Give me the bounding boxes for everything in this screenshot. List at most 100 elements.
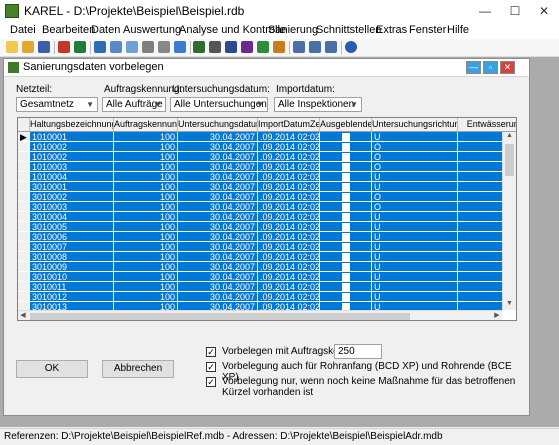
current-row-indicator[interactable]: ▶ — [18, 132, 30, 142]
auftragskennung-cell[interactable]: 100 — [114, 282, 178, 292]
auftragskennung-cell[interactable]: 100 — [114, 262, 178, 272]
untersuchungsdatum-cell[interactable]: 30.04.2007 — [178, 252, 258, 262]
haltungsbezeichnung-cell[interactable]: 3010005 — [30, 222, 114, 232]
auftragskennung-cell[interactable]: 100 — [114, 132, 178, 142]
horizontal-scroll-thumb[interactable] — [30, 313, 410, 320]
table-row[interactable]: 301001310030.04.2007.09.2014 02:02:30 U — [18, 302, 503, 310]
ausgeblendet-checkbox[interactable] — [342, 193, 350, 201]
scroll-right-icon[interactable]: ▶ — [492, 311, 502, 320]
haltungsbezeichnung-cell[interactable]: 3010004 — [30, 212, 114, 222]
entwaesserung-cell[interactable] — [458, 172, 503, 182]
importdatumzeit-cell[interactable]: .09.2014 02:02:30 — [258, 192, 320, 202]
entwaesserung-cell[interactable] — [458, 182, 503, 192]
entwaesserung-cell[interactable] — [458, 272, 503, 282]
ausgeblendet-checkbox[interactable] — [342, 303, 350, 310]
untersuchungsrichtung-cell[interactable]: U — [372, 132, 458, 142]
table-row[interactable]: 301000210030.04.2007.09.2014 02:02:30 O — [18, 192, 503, 202]
entwaesserung-cell[interactable] — [458, 162, 503, 172]
row-indicator[interactable] — [18, 252, 30, 262]
haltungsbezeichnung-cell[interactable]: 3010003 — [30, 202, 114, 212]
header-untersuchungsrichtung[interactable]: Untersuchungsrichtung — [372, 118, 458, 131]
entwaesserung-cell[interactable] — [458, 232, 503, 242]
table-row[interactable]: 301000810030.04.2007.09.2014 02:02:30 U — [18, 252, 503, 262]
importdatumzeit-cell[interactable]: .09.2014 02:02:30 — [258, 252, 320, 262]
scroll-left-icon[interactable]: ◀ — [18, 311, 28, 320]
importdatumzeit-cell[interactable]: .09.2014 02:02:30 — [258, 132, 320, 142]
importdatumzeit-cell[interactable]: .09.2014 02:02:30 — [258, 242, 320, 252]
ausgeblendet-checkbox[interactable] — [342, 213, 350, 221]
haltungsbezeichnung-cell[interactable]: 3010012 — [30, 292, 114, 302]
entwaesserung-cell[interactable] — [458, 152, 503, 162]
datum-select[interactable]: Alle Untersuchungen ▼ — [170, 97, 268, 112]
row-indicator[interactable] — [18, 182, 30, 192]
excel-export-icon[interactable] — [74, 41, 86, 53]
dialog-minimize-button[interactable]: — — [466, 61, 481, 74]
ausgeblendet-cell[interactable] — [320, 302, 372, 310]
ok-button[interactable]: OK — [16, 360, 88, 378]
table-row[interactable]: 101000410030.04.2007.09.2014 02:02:30 U — [18, 172, 503, 182]
tile-vertical-icon[interactable] — [309, 41, 321, 53]
chart-icon[interactable] — [193, 41, 205, 53]
help-icon[interactable] — [345, 41, 357, 53]
dialog-titlebar[interactable]: Sanierungsdaten vorbelegen — ▫ ✕ — [4, 59, 529, 77]
cancel-button[interactable]: Abbrechen — [102, 360, 174, 378]
ausgeblendet-checkbox[interactable] — [342, 243, 350, 251]
ausgeblendet-checkbox[interactable] — [342, 273, 350, 281]
auftragskennung-cell[interactable]: 100 — [114, 232, 178, 242]
haltungsbezeichnung-cell[interactable]: 1010002 — [30, 152, 114, 162]
ausgeblendet-checkbox[interactable] — [342, 263, 350, 271]
arrow-icon[interactable] — [257, 41, 269, 53]
ausgeblendet-cell[interactable] — [320, 142, 372, 152]
import-select[interactable]: Alle Inspektionen ▼ — [274, 97, 362, 112]
header-haltungsbezeichnung[interactable]: Haltungsbezeichnung — [30, 118, 114, 131]
row-indicator[interactable] — [18, 202, 30, 212]
auftragskennung-cell[interactable]: 100 — [114, 172, 178, 182]
importdatumzeit-cell[interactable]: .09.2014 02:02:30 — [258, 202, 320, 212]
auftragskennung-cell[interactable]: 100 — [114, 252, 178, 262]
menu-datei[interactable]: Datei — [10, 24, 36, 36]
auftragskennung-cell[interactable]: 100 — [114, 302, 178, 310]
ausgeblendet-cell[interactable] — [320, 152, 372, 162]
untersuchungsrichtung-cell[interactable]: U — [372, 182, 458, 192]
ausgeblendet-checkbox[interactable] — [342, 233, 350, 241]
auftragskennung-cell[interactable]: 100 — [114, 292, 178, 302]
table-row[interactable]: 301000410030.04.2007.09.2014 02:02:30 U — [18, 212, 503, 222]
haltungsbezeichnung-cell[interactable]: 3010011 — [30, 282, 114, 292]
haltungsbezeichnung-cell[interactable]: 3010008 — [30, 252, 114, 262]
untersuchungsrichtung-cell[interactable]: U — [372, 292, 458, 302]
function-icon[interactable] — [241, 41, 253, 53]
search-icon[interactable] — [110, 41, 122, 53]
table-row[interactable]: 101000310030.04.2007.09.2014 02:02:30 O — [18, 162, 503, 172]
table-row[interactable]: 301001110030.04.2007.09.2014 02:02:30 U — [18, 282, 503, 292]
netzteil-select[interactable]: Gesamtnetz ▼ — [16, 97, 98, 112]
vertical-scroll-thumb[interactable] — [505, 144, 514, 176]
untersuchungsrichtung-cell[interactable]: U — [372, 302, 458, 310]
new-file-icon[interactable] — [6, 41, 18, 53]
untersuchungsrichtung-cell[interactable]: O — [372, 142, 458, 152]
auftragskennung-cell[interactable]: 100 — [114, 142, 178, 152]
table-row[interactable]: 301000110030.04.2007.09.2014 02:02:30 U — [18, 182, 503, 192]
importdatumzeit-cell[interactable]: .09.2014 02:02:30 — [258, 302, 320, 310]
entwaesserung-cell[interactable] — [458, 302, 503, 310]
haltungsbezeichnung-cell[interactable]: 3010009 — [30, 262, 114, 272]
ausgeblendet-checkbox[interactable] — [342, 223, 350, 231]
haltungsbezeichnung-cell[interactable]: 1010003 — [30, 162, 114, 172]
ausgeblendet-cell[interactable] — [320, 162, 372, 172]
untersuchungsrichtung-cell[interactable]: U — [372, 172, 458, 182]
auftrag-select[interactable]: Alle Aufträge ▼ — [102, 97, 166, 112]
auftragskennung-cell[interactable]: 100 — [114, 242, 178, 252]
refresh-icon[interactable] — [174, 41, 186, 53]
untersuchungsdatum-cell[interactable]: 30.04.2007 — [178, 302, 258, 310]
nur-wenn-checkbox[interactable]: ✓ — [206, 377, 216, 387]
row-indicator[interactable] — [18, 222, 30, 232]
ausgeblendet-cell[interactable] — [320, 182, 372, 192]
untersuchungsdatum-cell[interactable]: 30.04.2007 — [178, 282, 258, 292]
header-importdatumzeit[interactable]: ImportDatumZeit — [258, 118, 320, 131]
importdatumzeit-cell[interactable]: .09.2014 02:02:30 — [258, 212, 320, 222]
untersuchungsrichtung-cell[interactable]: U — [372, 222, 458, 232]
entwaesserung-cell[interactable] — [458, 202, 503, 212]
save-icon[interactable] — [38, 41, 50, 53]
importdatumzeit-cell[interactable]: .09.2014 02:02:30 — [258, 272, 320, 282]
importdatumzeit-cell[interactable]: .09.2014 02:02:30 — [258, 222, 320, 232]
z-axis-icon[interactable] — [225, 41, 237, 53]
